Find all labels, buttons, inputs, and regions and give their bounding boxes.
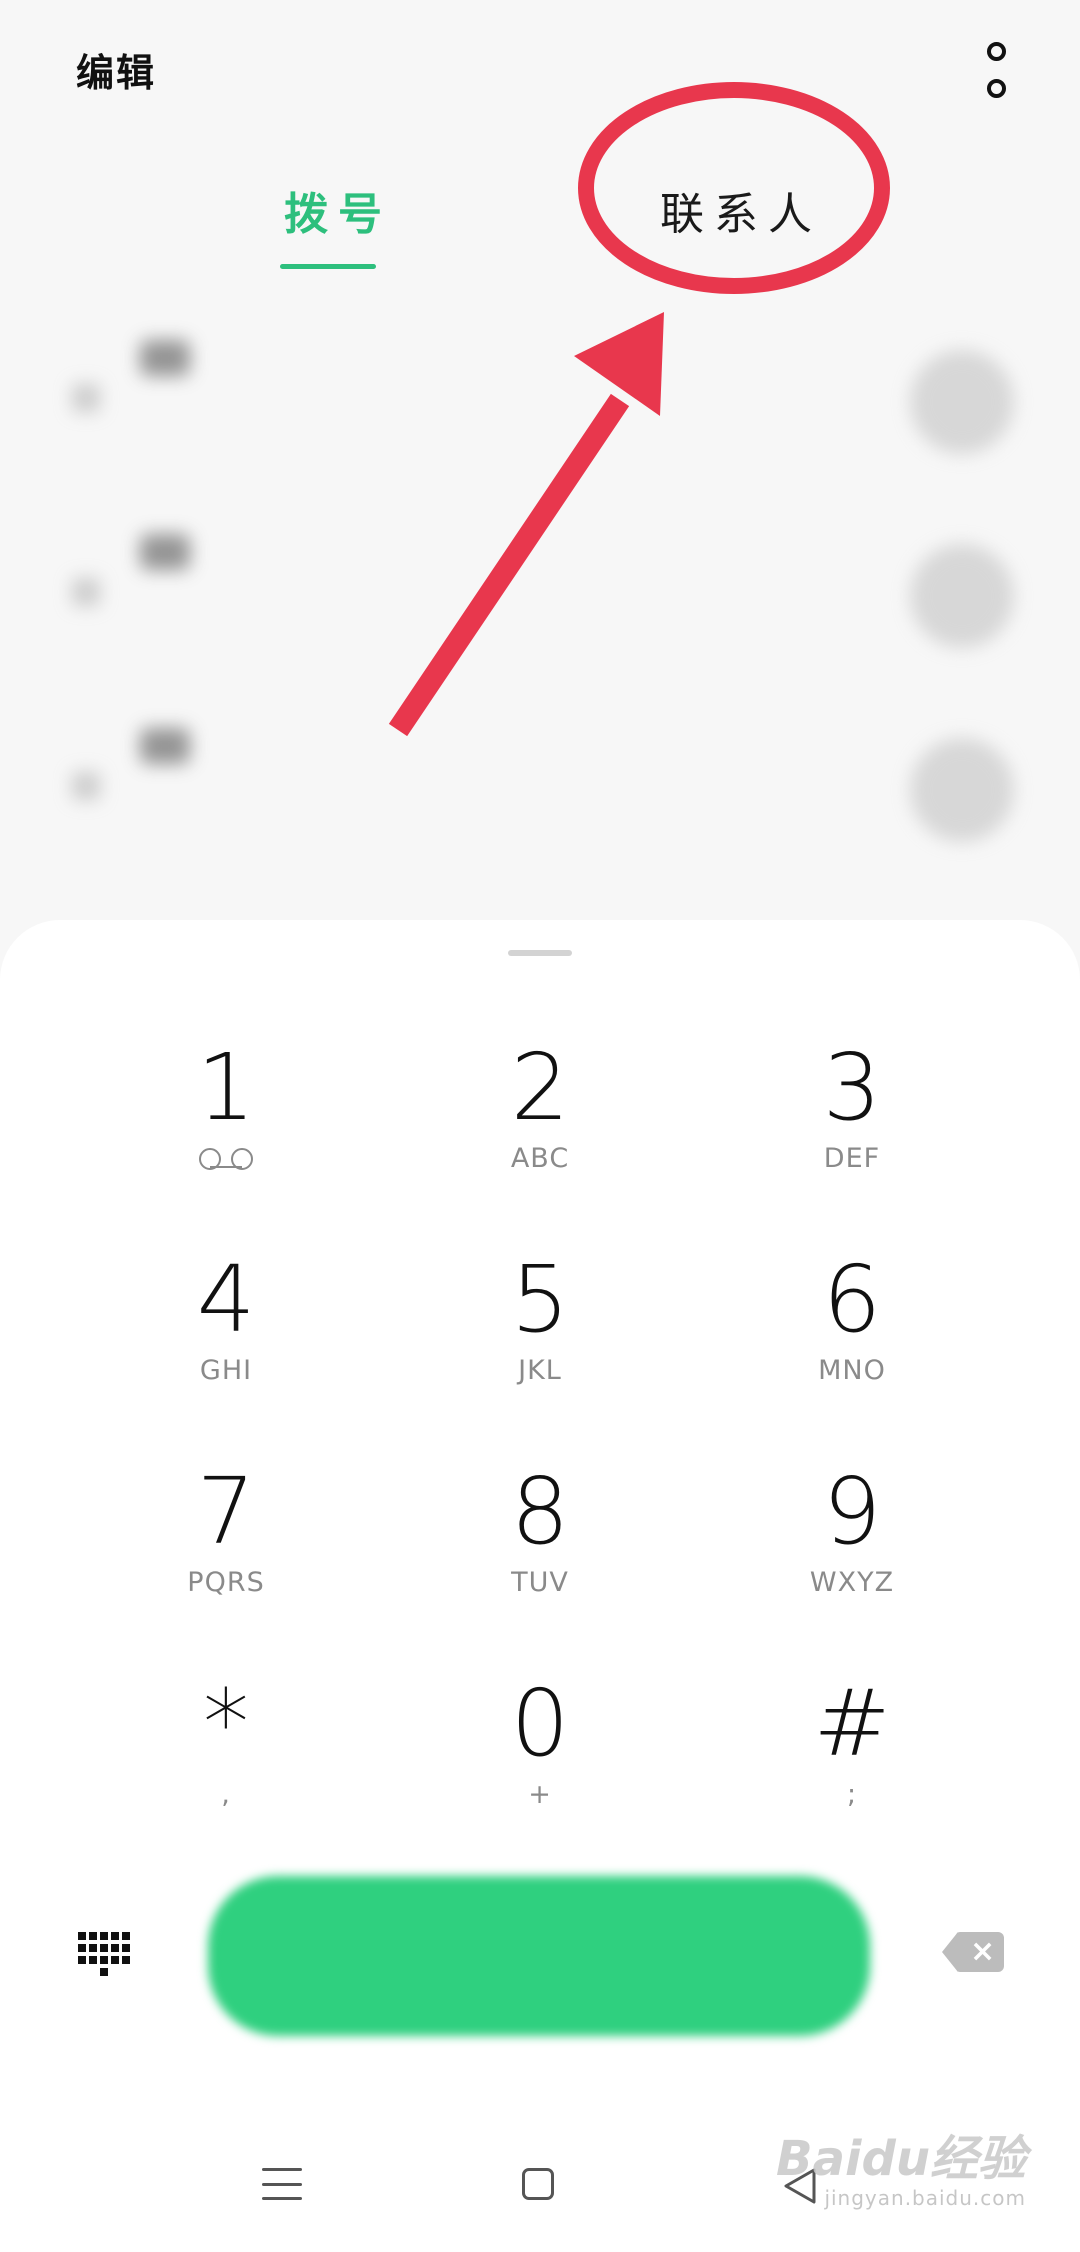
key-letters: JKL — [518, 1355, 562, 1386]
key-digit: * — [203, 1670, 249, 1777]
key-hash[interactable]: # ; — [712, 1674, 992, 1874]
key-8[interactable]: 8 TUV — [400, 1462, 680, 1662]
key-5[interactable]: 5 JKL — [400, 1250, 680, 1450]
voicemail-icon — [199, 1148, 253, 1170]
key-letters: WXYZ — [809, 1567, 895, 1598]
watermark: Baidu经验 jingyan.baidu.com — [776, 2132, 1026, 2210]
key-letters: PQRS — [187, 1567, 265, 1598]
key-letters: ABC — [510, 1143, 570, 1174]
key-star[interactable]: * , — [86, 1674, 366, 1874]
key-0[interactable]: 0 + — [400, 1674, 680, 1874]
key-letters: GHI — [199, 1355, 253, 1386]
key-digit: 0 — [510, 1670, 570, 1777]
key-letters: TUV — [511, 1567, 569, 1598]
key-1[interactable]: 1 — [86, 1038, 366, 1238]
key-digit: 4 — [196, 1246, 256, 1353]
key-digit: 8 — [510, 1458, 570, 1565]
key-digit: 1 — [196, 1034, 256, 1141]
key-letters: MNO — [818, 1355, 886, 1386]
key-digit: # — [813, 1670, 891, 1777]
dialpad-grid-icon[interactable] — [78, 1932, 132, 1986]
highlight-ellipse — [578, 82, 890, 294]
watermark-sub: jingyan.baidu.com — [824, 2186, 1026, 2210]
key-digit: 9 — [822, 1458, 882, 1565]
dialpad-sheet: 1 2 ABC 3 DEF 4 GHI 5 JKL 6 MNO 7 PQRS 8… — [0, 920, 1080, 2252]
key-7[interactable]: 7 PQRS — [86, 1462, 366, 1662]
key-digit: 6 — [822, 1246, 882, 1353]
key-letters: ; — [846, 1779, 858, 1810]
voicemail-bar — [210, 1166, 242, 1168]
nav-menu-icon[interactable] — [262, 2168, 302, 2200]
watermark-main: Baidu经验 — [776, 2131, 1026, 2187]
backspace-icon[interactable]: × — [942, 1932, 1006, 1972]
annotation-overlay — [388, 82, 890, 737]
key-9[interactable]: 9 WXYZ — [712, 1462, 992, 1662]
call-button[interactable] — [208, 1876, 870, 2036]
key-letters: + — [528, 1779, 552, 1810]
key-2[interactable]: 2 ABC — [400, 1038, 680, 1238]
key-letters: , — [221, 1779, 231, 1810]
key-letters: DEF — [823, 1143, 881, 1174]
key-digit: 3 — [822, 1034, 882, 1141]
key-3[interactable]: 3 DEF — [712, 1038, 992, 1238]
key-6[interactable]: 6 MNO — [712, 1250, 992, 1450]
key-4[interactable]: 4 GHI — [86, 1250, 366, 1450]
key-digit: 5 — [510, 1246, 570, 1353]
pointer-arrow-shaft — [388, 393, 630, 737]
backspace-x: × — [970, 1934, 996, 1969]
sheet-drag-handle[interactable] — [508, 950, 572, 956]
nav-home-icon[interactable] — [522, 2168, 554, 2200]
key-digit: 2 — [510, 1034, 570, 1141]
key-digit: 7 — [196, 1458, 256, 1565]
